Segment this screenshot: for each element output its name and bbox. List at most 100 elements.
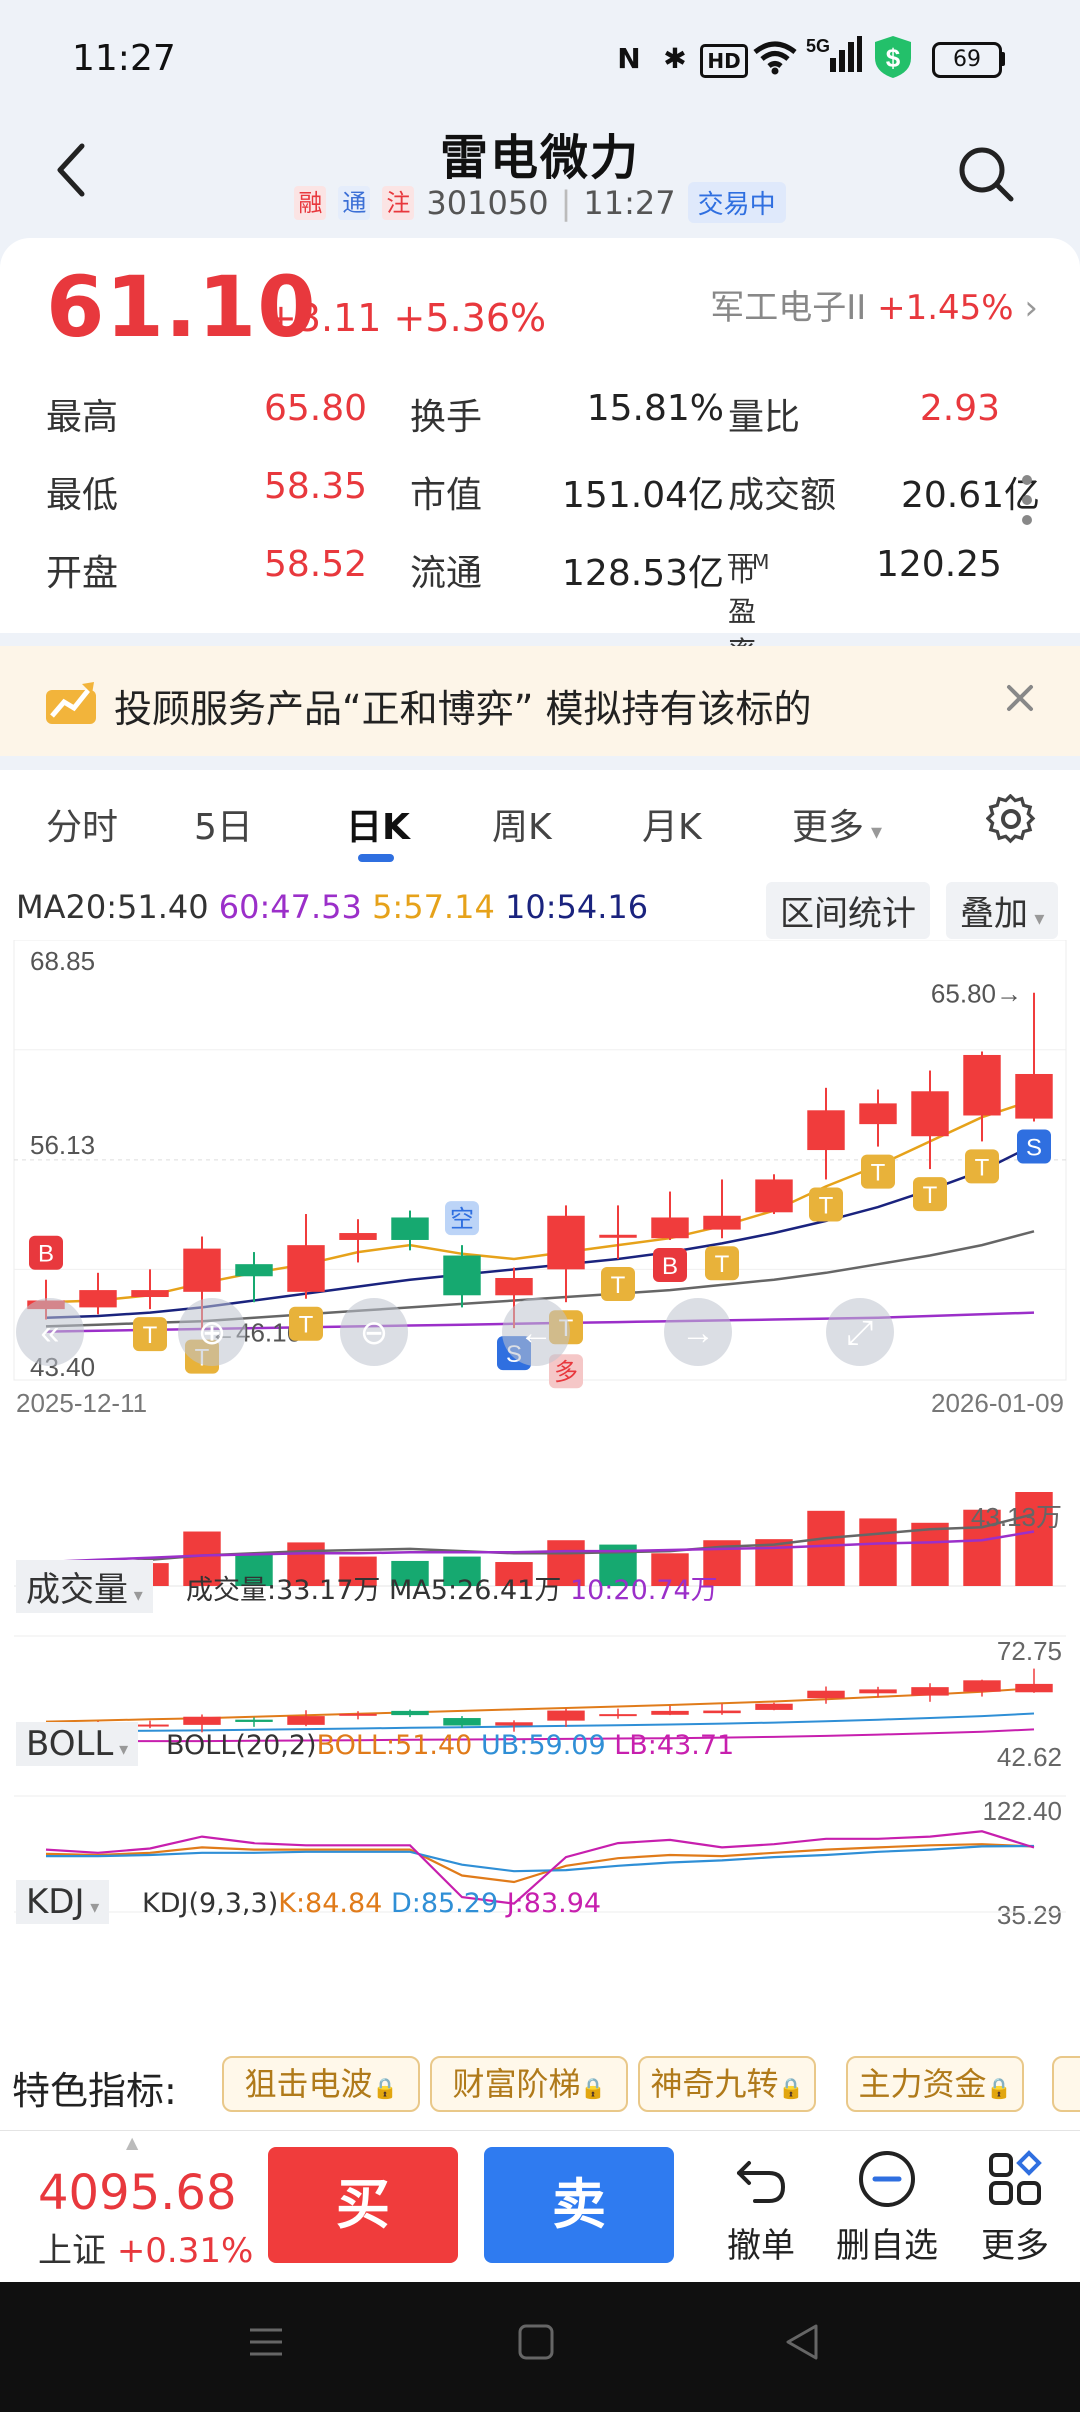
stock-code: 301050: [426, 183, 549, 222]
candle-body: [963, 1054, 1001, 1116]
tab-daily-k[interactable]: 日K: [346, 798, 410, 850]
signal-marker-label: B: [38, 1241, 54, 1268]
status-time: 11:27: [72, 38, 176, 79]
feature-indicators: 特色指标: 狙击电波🔒 财富阶梯🔒 神奇九转🔒 主力资金🔒: [0, 2040, 1080, 2130]
candle-body: [651, 1217, 689, 1239]
remove-watchlist-button[interactable]: 删自选: [832, 2149, 942, 2267]
advisory-banner[interactable]: 投顾服务产品“正和博弈” 模拟持有该标的: [0, 646, 1080, 756]
stat-value: 120.25: [876, 544, 1002, 585]
feature-main-funds[interactable]: 主力资金🔒: [846, 2056, 1024, 2112]
menu-nav-icon[interactable]: [246, 2322, 286, 2366]
tab-more[interactable]: 更多 ▾: [792, 798, 882, 850]
stat-value: 151.04亿: [562, 475, 724, 516]
apps-grid-icon: [989, 2150, 1042, 2205]
chart-tabs: 分时 5日 日K 周K 月K 更多 ▾: [0, 770, 1080, 870]
overlay-button[interactable]: 叠加 ▾: [946, 882, 1059, 939]
stat-value: 65.80: [264, 388, 368, 429]
boll-panel-title[interactable]: BOLL ▾: [16, 1722, 139, 1766]
overlay-label: 叠加: [960, 894, 1028, 934]
boll-value: BOLL:51.40: [316, 1730, 473, 1761]
svg-text:$: $: [886, 43, 901, 73]
stats-row: 最低 58.35 市值 151.04亿 成交额 20.61亿: [46, 466, 1046, 526]
wifi-icon: [752, 40, 798, 80]
ma5-value: 5:57.14: [372, 888, 495, 926]
more-dots-icon[interactable]: [1020, 472, 1034, 532]
chart-area[interactable]: MA20:51.40 60:47.53 5:57.14 10:54.16 区间统…: [0, 870, 1080, 2040]
candle-body: [807, 1110, 845, 1151]
stock-meta-row: 融 通 注 301050 | 11:27 交易中: [0, 182, 1080, 223]
lock-icon: 🔒: [986, 2076, 1012, 2100]
volume-bar: [911, 1522, 949, 1586]
tab-5day[interactable]: 5日: [194, 798, 253, 850]
caret-down-icon: ▾: [1028, 906, 1045, 930]
y-axis-label: 56.13: [30, 1130, 95, 1160]
sell-button[interactable]: 卖: [484, 2147, 674, 2263]
stat-label: 市值: [410, 475, 483, 516]
tab-intraday[interactable]: 分时: [46, 798, 118, 850]
stat-label: 最低: [46, 475, 119, 516]
cancel-order-button[interactable]: 撤单: [706, 2149, 816, 2267]
index-row[interactable]: 上证 +0.31%: [38, 2223, 253, 2272]
tab-monthly-k[interactable]: 月K: [642, 798, 702, 850]
kdj-panel-title[interactable]: KDJ ▾: [16, 1880, 110, 1924]
volume-legend: 成交量:33.17万 MA5:26.41万 10:20.74万: [186, 1568, 718, 1607]
boll-candle-body: [807, 1690, 845, 1699]
boll-candle-body: [339, 1713, 377, 1716]
buy-button[interactable]: 买: [268, 2147, 458, 2263]
price-change: +3.11 +5.36%: [265, 296, 546, 340]
boll-ub: UB:59.09: [480, 1730, 606, 1761]
range-stats-button[interactable]: 区间统计: [766, 882, 930, 939]
settings-gear-icon[interactable]: [985, 793, 1036, 848]
caret-up-icon: ▲: [126, 2133, 139, 2152]
kline-chart-svg[interactable]: 68.8556.1343.4065.80→←46.16BTTT空S多TTBTTT…: [0, 940, 1080, 2040]
search-icon[interactable]: [956, 144, 1016, 208]
feature-label: 神奇九转: [650, 2065, 779, 2103]
tag-registered: 注: [382, 185, 415, 220]
status-bar: 11:27 N ✱ HD 5G $ 69: [0, 0, 1080, 120]
signal-marker-label: T: [871, 1160, 886, 1187]
boll-candle-body: [963, 1680, 1001, 1692]
step-right-icon-glyph: →: [681, 1314, 715, 1352]
vol-ma10: 10:20.74万: [569, 1575, 718, 1606]
boll-candle-body: [651, 1710, 689, 1715]
boll-candle-body: [547, 1710, 585, 1721]
kdj-k-line: [45, 1843, 1035, 1884]
feature-next-partial[interactable]: [1052, 2056, 1080, 2112]
caret-down-icon: ▾: [128, 1585, 143, 1606]
cancel-order-label: 撤单: [727, 2226, 795, 2266]
volume-bar: [859, 1518, 897, 1586]
candle-body: [859, 1103, 897, 1125]
feature-magic-nine[interactable]: 神奇九转🔒: [638, 2056, 816, 2112]
nfc-icon: N: [617, 41, 641, 75]
candle-body: [183, 1248, 221, 1292]
stat-label: 开盘: [46, 553, 119, 594]
boll-legend: BOLL(20,2)BOLL:51.40 UB:59.09 LB:43.71: [166, 1730, 734, 1761]
svg-text:5G: 5G: [806, 36, 830, 56]
sector-link[interactable]: 军工电子II +1.45% ›: [710, 280, 1038, 329]
more-button[interactable]: 更多: [960, 2149, 1070, 2267]
tag-margin: 融: [294, 185, 327, 220]
back-nav-icon[interactable]: [782, 2322, 822, 2366]
stat-value: 2.93: [919, 388, 1000, 429]
kdj-max-label: 122.40: [982, 1796, 1062, 1826]
signal-marker-label: T: [923, 1182, 938, 1209]
signal-marker-label: T: [715, 1251, 730, 1278]
zoom-in-icon-glyph: ⊕: [198, 1314, 227, 1352]
volume-panel-title[interactable]: 成交量 ▾: [16, 1560, 153, 1613]
close-icon[interactable]: [1004, 682, 1036, 718]
feature-wealth-ladder[interactable]: 财富阶梯🔒: [430, 2056, 628, 2112]
minus-circle-icon: [859, 2151, 915, 2207]
ma60-value: 60:47.53: [218, 888, 362, 926]
tab-weekly-k[interactable]: 周K: [492, 798, 552, 850]
remove-watchlist-label: 删自选: [836, 2226, 938, 2266]
boll-candle-body: [443, 1718, 481, 1726]
index-value[interactable]: 4095.68: [38, 2165, 237, 2221]
stat-value: 15.81%: [586, 388, 724, 429]
candle-body: [495, 1277, 533, 1296]
system-nav-bar: [0, 2282, 1080, 2412]
feature-sniper-wave[interactable]: 狙击电波🔒: [222, 2056, 420, 2112]
signal-marker-label: 空: [450, 1206, 474, 1233]
candle-body: [235, 1264, 273, 1277]
home-nav-icon[interactable]: [516, 2322, 556, 2366]
kdj-param: KDJ(9,3,3): [142, 1888, 279, 1919]
